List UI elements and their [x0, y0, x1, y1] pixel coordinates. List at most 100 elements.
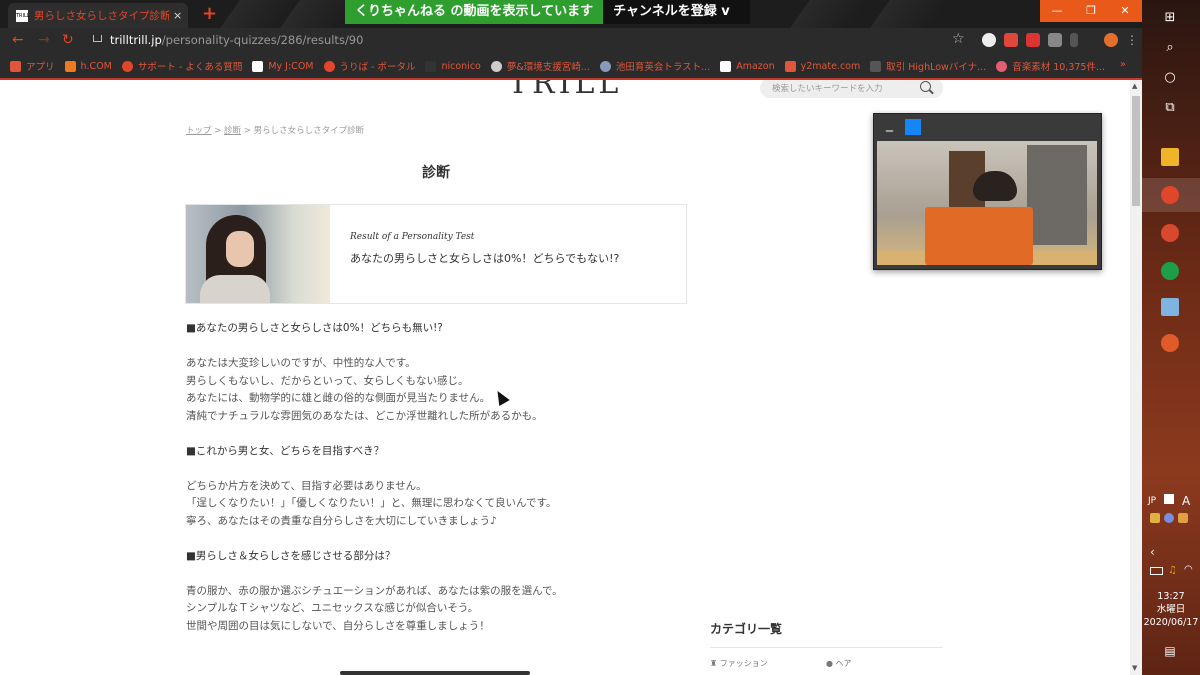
- bookmark-item[interactable]: niconico: [425, 60, 481, 72]
- wifi-icon[interactable]: ◠: [1184, 564, 1193, 575]
- extension-icon[interactable]: [1004, 33, 1018, 47]
- clock-time: 13:27: [1157, 591, 1185, 602]
- result-title: あなたの男らしさと女らしさは0%！どちらでもない!?: [350, 252, 620, 265]
- back-icon[interactable]: ←: [12, 32, 24, 48]
- scrollbar-thumb[interactable]: [1132, 96, 1140, 206]
- webcam-minimize-button[interactable]: _: [886, 116, 893, 132]
- extension-icon[interactable]: [1070, 33, 1078, 47]
- chrome-icon[interactable]: [1161, 186, 1179, 204]
- url-domain: trilltrill.jp: [110, 33, 162, 47]
- powerpoint-icon[interactable]: [1161, 334, 1179, 352]
- bookmark-favicon-icon: [252, 60, 264, 72]
- bookmark-item[interactable]: 夢&環境支援宮崎...: [490, 59, 590, 73]
- paragraph-spacer: [186, 425, 706, 443]
- bookmark-item[interactable]: うりば - ポータル: [323, 59, 415, 73]
- scroll-down-arrow-icon[interactable]: ▼: [1132, 664, 1137, 672]
- tray-app-icon[interactable]: [1150, 513, 1160, 523]
- bookmark-item[interactable]: My J:COM: [252, 60, 314, 72]
- extension-icon[interactable]: [982, 33, 996, 47]
- webcam-overlay-window[interactable]: _: [873, 113, 1102, 270]
- body-paragraph: 世間や周囲の目は気にしないで、自分らしさを尊重しましょう！: [186, 619, 490, 632]
- reload-icon[interactable]: ↻: [62, 32, 74, 48]
- tray-expand-chevron-icon[interactable]: ‹: [1150, 545, 1155, 559]
- file-explorer-icon[interactable]: [1161, 148, 1179, 166]
- body-paragraph: あなたは大変珍しいのですが、中性的な人です。: [186, 357, 416, 369]
- bookmark-favicon-icon: [870, 60, 882, 72]
- bookmark-star-icon[interactable]: ☆: [952, 31, 965, 47]
- bookmark-favicon-icon: [996, 60, 1008, 72]
- bookmark-item[interactable]: サポート - よくある質問: [121, 59, 242, 73]
- headphones-icon[interactable]: ♫: [1168, 565, 1177, 576]
- close-window-button[interactable]: ✕: [1108, 0, 1142, 22]
- bookmark-item[interactable]: h.COM: [64, 60, 112, 72]
- app-icon[interactable]: [1161, 298, 1179, 316]
- bookmark-item[interactable]: Amazon: [720, 60, 775, 72]
- clock-weekday: 水曜日: [1156, 604, 1186, 615]
- action-center-icon[interactable]: ▤: [1159, 640, 1181, 662]
- tab-close-icon[interactable]: ×: [173, 9, 182, 22]
- webcam-maximize-button[interactable]: [905, 119, 921, 135]
- taskbar-clock[interactable]: 13:27 水曜日 2020/06/17: [1142, 590, 1200, 629]
- site-logo[interactable]: TRILL: [508, 80, 622, 101]
- page-scrollbar[interactable]: ▲ ▼: [1130, 80, 1142, 675]
- evernote-icon[interactable]: [1161, 262, 1179, 280]
- horizontal-scroll-indicator[interactable]: [340, 671, 530, 675]
- minimize-button[interactable]: —: [1040, 0, 1074, 22]
- bookmarks-overflow-button[interactable]: »: [1120, 59, 1126, 70]
- search-placeholder: 検索したいキーワードを入力: [772, 84, 883, 94]
- profile-avatar-icon[interactable]: [1104, 33, 1118, 47]
- language-indicator[interactable]: JP: [1148, 496, 1156, 506]
- url-field[interactable]: trilltrill.jp/personality-quizzes/286/re…: [110, 33, 363, 47]
- bookmark-item[interactable]: 池田育英会トラスト...: [599, 59, 710, 73]
- maximize-button[interactable]: ❐: [1074, 0, 1108, 22]
- amazon-icon: [720, 60, 732, 72]
- apps-grid-icon: [10, 60, 21, 72]
- tab-favicon: TRILL: [16, 9, 30, 22]
- lock-icon: [93, 35, 102, 42]
- tray-app-icon[interactable]: [1164, 513, 1174, 523]
- search-icon[interactable]: [920, 81, 931, 92]
- chrome-icon[interactable]: [1161, 224, 1179, 242]
- pdf-extension-icon[interactable]: [1026, 33, 1040, 47]
- body-paragraph: 青の服か、赤の服か選ぶシチュエーションがあれば、あなたは紫の服を選んで。: [186, 584, 563, 597]
- bookmark-favicon-icon: [490, 60, 502, 72]
- result-photo: [186, 205, 330, 303]
- paragraph-spacer: [186, 460, 706, 478]
- menu-kebab-icon[interactable]: ⋮: [1126, 33, 1140, 47]
- tray-app-icon[interactable]: [1178, 513, 1188, 523]
- page-title: 診断: [422, 165, 450, 181]
- ime-mode-indicator[interactable]: A: [1182, 494, 1190, 508]
- tray-app-icon[interactable]: [1164, 494, 1174, 504]
- site-search-input[interactable]: 検索したいキーワードを入力: [760, 80, 943, 98]
- scroll-up-arrow-icon[interactable]: ▲: [1132, 82, 1137, 90]
- bookmark-favicon-icon: [425, 60, 437, 72]
- breadcrumb: トップ > 診断 > 男らしさ女らしさタイプ診断: [186, 126, 365, 136]
- body-paragraph: 男らしくもないし、だからといって、女らしくもない感じ。: [186, 374, 469, 387]
- url-path: /personality-quizzes/286/results/90: [161, 33, 364, 47]
- category-item-fashion[interactable]: ♜ ファッション: [710, 658, 826, 669]
- bookmark-item[interactable]: 音楽素材 10,375件...: [996, 59, 1105, 73]
- bookmark-item[interactable]: y2mate.com: [784, 60, 860, 72]
- extensions-area: ⋮: [982, 33, 1140, 47]
- cortana-icon[interactable]: ○: [1159, 66, 1181, 88]
- subscribe-button[interactable]: チャンネルを登録 v: [603, 0, 750, 24]
- paragraph-spacer: [186, 338, 706, 356]
- forward-icon[interactable]: →: [38, 32, 50, 48]
- search-icon[interactable]: ⌕: [1159, 36, 1181, 58]
- browser-tab-active[interactable]: TRILL 男らしさ女らしさタイプ診断 | TRILL [ ×: [8, 3, 188, 28]
- section-heading: ■男らしさ＆女らしさを感じさせる部分は？: [186, 549, 396, 562]
- section-heading: ■これから男と女、どちらを目指すべき？: [186, 444, 385, 457]
- breadcrumb-quiz-link[interactable]: 診断: [224, 126, 241, 136]
- category-item-hair[interactable]: ● ヘア: [826, 658, 942, 669]
- extension-icon[interactable]: [1048, 33, 1062, 47]
- bookmark-item[interactable]: アプリ: [10, 59, 55, 73]
- new-tab-button[interactable]: +: [202, 3, 217, 24]
- youtube-channel-bar: くりちゃんねる の動画を表示しています チャンネルを登録 v: [345, 0, 750, 24]
- bookmark-favicon-icon: [323, 60, 335, 72]
- task-view-icon[interactable]: ⧉: [1159, 96, 1181, 118]
- windows-start-icon[interactable]: ⊞: [1159, 6, 1181, 28]
- battery-icon[interactable]: [1150, 567, 1163, 575]
- breadcrumb-home-link[interactable]: トップ: [186, 126, 212, 136]
- youtube-channel-label: くりちゃんねる の動画を表示しています: [345, 0, 604, 24]
- bookmark-item[interactable]: 取引 HighLowバイナ...: [870, 59, 986, 73]
